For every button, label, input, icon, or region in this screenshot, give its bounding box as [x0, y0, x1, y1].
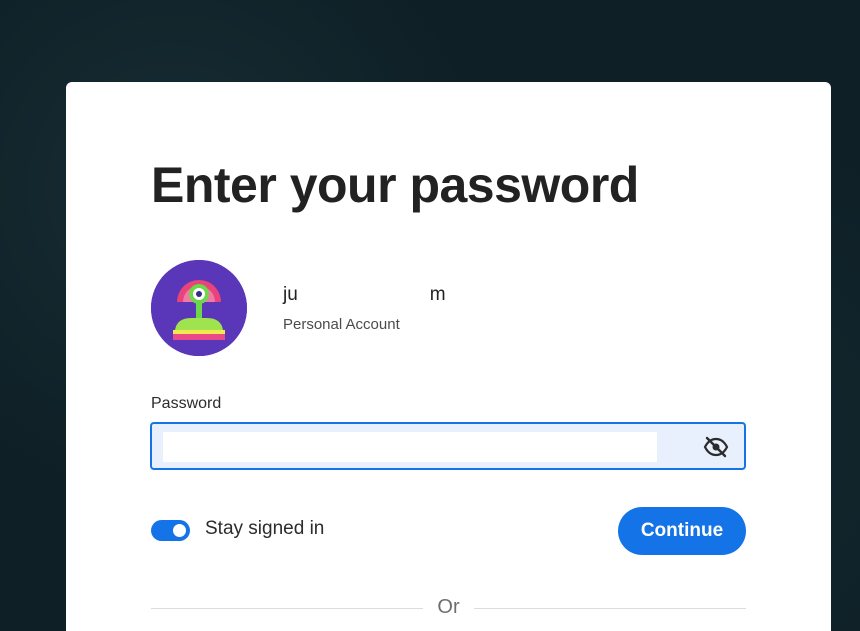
- avatar-illustration: [151, 260, 247, 356]
- toggle-password-visibility-button[interactable]: [702, 434, 730, 460]
- divider-right: [474, 608, 746, 609]
- or-separator-label: Or: [437, 596, 460, 618]
- password-label: Password: [151, 395, 222, 412]
- account-type-label: Personal Account: [283, 316, 400, 333]
- page-title: Enter your password: [151, 157, 639, 213]
- account-email: ju m: [283, 284, 446, 305]
- eye-off-icon: [703, 436, 729, 458]
- avatar: [151, 260, 247, 356]
- stay-signed-in-toggle[interactable]: [151, 520, 190, 541]
- sign-in-card: Enter your password ju m Personal Accoun…: [66, 82, 831, 631]
- password-input[interactable]: [163, 432, 657, 462]
- toggle-knob: [173, 524, 186, 537]
- continue-button[interactable]: Continue: [618, 507, 746, 555]
- stay-signed-in-label: Stay signed in: [205, 518, 325, 539]
- password-field[interactable]: [150, 422, 746, 470]
- divider-left: [151, 608, 423, 609]
- account-summary: ju m Personal Account: [151, 260, 751, 356]
